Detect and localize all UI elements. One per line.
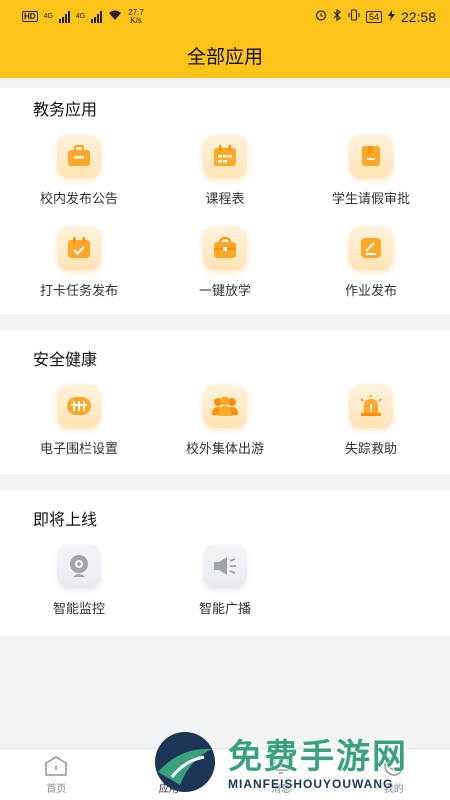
section-academic: 教务应用 校内发布公告 课程表 学生请假审批 打卡任务发布 一键放学 作业发布 [0, 88, 450, 314]
title-bar: 全部应用 [0, 33, 450, 78]
section-safety: 安全健康 电子围栏设置 校外集体出游 失踪救助 [0, 330, 450, 474]
app-homework[interactable]: 作业发布 [296, 226, 446, 299]
app-label: 智能监控 [52, 601, 105, 616]
app-geofence[interactable]: 电子围栏设置 [4, 384, 154, 457]
app-missing-rescue[interactable]: 失踪救助 [296, 384, 446, 457]
fence-icon [57, 384, 101, 428]
bluetooth-icon [333, 8, 342, 24]
watermark-title: 免费手游网 [228, 738, 408, 776]
speaker-icon [203, 544, 247, 588]
app-timetable[interactable]: 课程表 [150, 134, 300, 207]
app-label: 校内发布公告 [39, 191, 118, 206]
section-title: 安全健康 [33, 352, 98, 369]
calendar-grid-icon [203, 134, 247, 178]
camera-icon [57, 544, 101, 588]
app-smart-broadcast[interactable]: 智能广播 [150, 544, 300, 617]
battery-indicator: 54 [365, 10, 382, 23]
app-label: 失踪救助 [344, 441, 397, 456]
app-label: 一键放学 [198, 283, 251, 298]
app-label: 校外集体出游 [185, 441, 264, 456]
app-label: 课程表 [205, 191, 245, 206]
app-label: 打卡任务发布 [39, 283, 118, 298]
app-label: 作业发布 [344, 283, 397, 298]
clock: 22:58 [400, 8, 436, 25]
app-label: 学生请假审批 [331, 191, 410, 206]
network-type-2: 4G [75, 13, 86, 20]
homework-edit-icon [349, 226, 393, 270]
tab-label: 首页 [46, 784, 67, 795]
section-title: 即将上线 [33, 512, 98, 529]
section-title: 教务应用 [33, 102, 98, 119]
calendar-check-icon [57, 226, 101, 270]
alarm-icon [349, 384, 393, 428]
app-checkin-task[interactable]: 打卡任务发布 [4, 226, 154, 299]
section-coming-soon: 即将上线 智能监控 智能广播 [0, 490, 450, 636]
tab-home[interactable]: 首页 [0, 749, 113, 800]
briefcase-icon [57, 134, 101, 178]
net-speed: 27.7 K/s [128, 7, 144, 25]
signal-icon-2 [91, 10, 103, 23]
app-smart-monitor[interactable]: 智能监控 [4, 544, 154, 617]
app-label: 电子围栏设置 [39, 441, 118, 456]
watermark-logo-icon [150, 727, 220, 800]
wifi-icon [108, 10, 122, 24]
vibrate-icon [348, 9, 360, 24]
hd-indicator: HD [22, 11, 38, 22]
page-title: 全部应用 [186, 47, 263, 68]
school-bag-icon [203, 226, 247, 270]
group-icon [203, 384, 247, 428]
app-school-notice[interactable]: 校内发布公告 [4, 134, 154, 207]
app-dismissal[interactable]: 一键放学 [150, 226, 300, 299]
app-leave-approval[interactable]: 学生请假审批 [296, 134, 446, 207]
home-icon [44, 754, 68, 778]
network-type-1: 4G [43, 13, 53, 20]
charging-icon [387, 9, 395, 24]
alarm-clock-icon [315, 9, 327, 24]
leave-book-icon [349, 134, 393, 178]
watermark: 免费手游网 MIANFEISHOUYOUWANG [150, 728, 450, 800]
signal-icon [58, 10, 70, 23]
app-group-outing[interactable]: 校外集体出游 [150, 384, 300, 457]
app-label: 智能广播 [198, 601, 251, 616]
watermark-subtitle: MIANFEISHOUYOUWANG [228, 777, 394, 791]
status-bar: HD 4G 4G 27.7 K/s 54 22:58 [0, 0, 450, 33]
